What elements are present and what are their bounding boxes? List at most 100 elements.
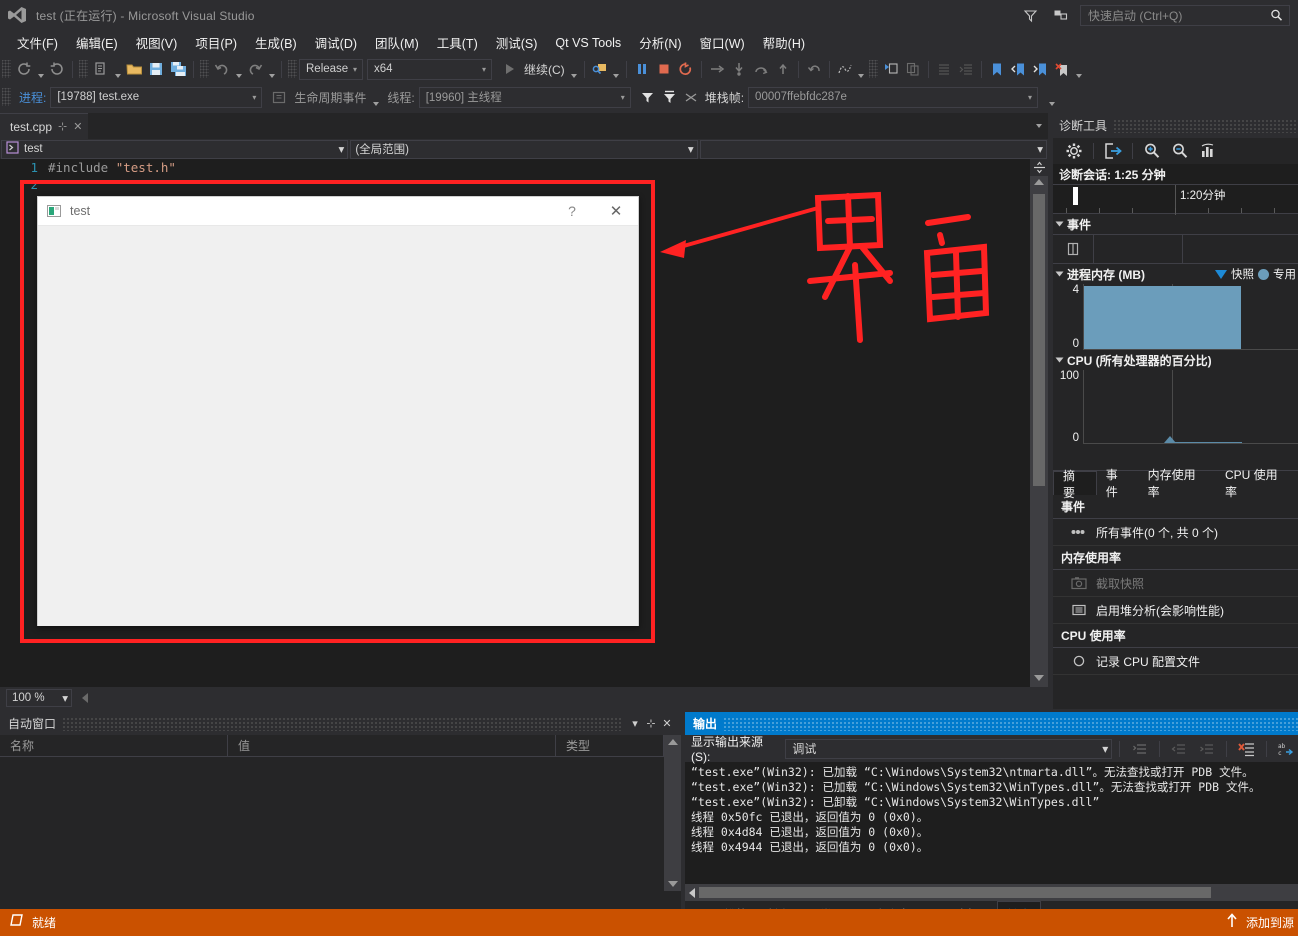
process-combo[interactable]: [19788] test.exe ▾	[50, 86, 263, 108]
scroll-up-arrow-icon[interactable]	[668, 739, 678, 745]
filter-icon[interactable]	[637, 86, 659, 108]
outdent-icon[interactable]	[955, 58, 977, 80]
pause-icon[interactable]	[631, 58, 653, 80]
feedback-funnel-icon[interactable]	[1020, 5, 1040, 25]
summary-item-all-events[interactable]: 所有事件(0 个, 共 0 个)	[1053, 519, 1298, 546]
project-scope-combo[interactable]: test ▾	[1, 139, 349, 159]
navigate-back-dropdown[interactable]	[35, 58, 46, 80]
help-button[interactable]: ?	[550, 203, 594, 219]
tab-events[interactable]: 事件	[1097, 468, 1139, 499]
close-icon[interactable]: ✕	[659, 715, 675, 733]
tab-strip-menu[interactable]	[1036, 113, 1048, 139]
menu-item-analyze[interactable]: 分析(N)	[630, 30, 690, 55]
menu-item-tools[interactable]: 工具(T)	[428, 30, 487, 55]
continue-button-label[interactable]: 继续(C)	[524, 61, 565, 78]
thread-combo[interactable]: [19960] 主线程 ▾	[418, 86, 631, 108]
toolbar-grip-3[interactable]	[200, 60, 209, 78]
copy-icon[interactable]	[902, 58, 924, 80]
open-file-icon[interactable]	[123, 58, 145, 80]
menu-item-test[interactable]: 测试(S)	[487, 30, 547, 55]
attach-dropdown[interactable]	[611, 58, 622, 80]
close-button[interactable]: ✕	[594, 202, 638, 220]
document-tab-test-cpp[interactable]: test.cpp ⊹ ✕	[0, 113, 89, 139]
close-icon[interactable]: ✕	[73, 120, 82, 133]
solution-configuration-combo[interactable]: Release ▾	[299, 58, 363, 80]
autos-column-value[interactable]: 值	[228, 735, 556, 756]
continue-play-icon[interactable]	[498, 58, 520, 80]
clear-indent-icon[interactable]	[1127, 738, 1152, 760]
export-icon[interactable]	[1100, 140, 1126, 162]
up-arrow-icon[interactable]	[1225, 912, 1239, 933]
quick-launch-input[interactable]: 快速启动 (Ctrl+Q)	[1080, 4, 1290, 26]
toolbar-grip-4[interactable]	[288, 60, 297, 78]
summary-item-take-snapshot[interactable]: 截取快照	[1053, 570, 1298, 597]
step-back-icon[interactable]	[803, 58, 825, 80]
toolbar-grip[interactable]	[2, 60, 11, 78]
chart-icon[interactable]	[1195, 140, 1221, 162]
menu-item-debug[interactable]: 调试(D)	[306, 30, 366, 55]
step-over-icon[interactable]	[750, 58, 772, 80]
show-next-statement-icon[interactable]	[706, 58, 728, 80]
output-scroll-thumb[interactable]	[699, 887, 1211, 898]
menu-item-project[interactable]: 项目(P)	[186, 30, 246, 55]
redo-icon[interactable]	[244, 58, 266, 80]
solution-platform-combo[interactable]: x64 ▾	[367, 58, 492, 80]
scroll-left-arrow-icon[interactable]	[689, 887, 695, 898]
save-all-icon[interactable]	[167, 58, 189, 80]
output-source-combo[interactable]: 调试 ▾	[785, 738, 1113, 759]
stop-icon[interactable]	[653, 58, 675, 80]
menu-item-qtvstools[interactable]: Qt VS Tools	[546, 33, 630, 53]
autos-column-name[interactable]: 名称	[0, 735, 228, 756]
new-item-icon[interactable]	[90, 58, 112, 80]
scroll-left-arrow-icon[interactable]	[82, 693, 88, 703]
editor-horizontal-scrollbar[interactable]	[78, 689, 1048, 707]
toolbar-grip-5[interactable]	[868, 60, 878, 78]
tab-memory-usage[interactable]: 内存使用率	[1139, 468, 1216, 499]
summary-item-enable-heap-profiling[interactable]: 启用堆分析(会影响性能)	[1053, 597, 1298, 624]
undo-dropdown[interactable]	[233, 58, 244, 80]
member-scope-combo[interactable]: (全局范围) ▾	[350, 139, 698, 159]
tab-summary[interactable]: 摘要	[1053, 469, 1097, 500]
zoom-in-icon[interactable]	[1139, 140, 1165, 162]
flag-filter-icon[interactable]	[659, 86, 681, 108]
chevron-down-icon[interactable]: ▾	[627, 715, 643, 733]
autos-rows[interactable]	[0, 757, 681, 890]
lifecycle-dropdown[interactable]	[370, 86, 381, 108]
cpu-section-title[interactable]: CPU (所有处理器的百分比)	[1053, 350, 1298, 370]
menu-item-edit[interactable]: 编辑(E)	[67, 30, 127, 55]
tab-cpu-usage[interactable]: CPU 使用率	[1216, 468, 1298, 499]
test-application-window[interactable]: test ? ✕	[37, 196, 639, 626]
menu-item-file[interactable]: 文件(F)	[8, 30, 67, 55]
threads-dropdown[interactable]	[856, 58, 867, 80]
save-icon[interactable]	[145, 58, 167, 80]
scroll-up-arrow-icon[interactable]	[1034, 179, 1044, 185]
editor-scroll-thumb[interactable]	[1033, 194, 1045, 486]
step-out-icon[interactable]	[772, 58, 794, 80]
toolbar-overflow-icon[interactable]	[1074, 58, 1085, 80]
step-into-icon[interactable]	[728, 58, 750, 80]
autos-drag-handle[interactable]	[62, 716, 621, 731]
pin-icon[interactable]: ⊹	[643, 715, 659, 733]
memory-section-title[interactable]: 进程内存 (MB) 快照 专用	[1053, 264, 1298, 284]
shuffle-icon[interactable]	[681, 86, 703, 108]
navigate-forward-icon[interactable]	[46, 58, 68, 80]
add-to-source-control-label[interactable]: 添加到源	[1246, 914, 1294, 931]
panel-drag-handle[interactable]	[1113, 118, 1298, 133]
restart-icon[interactable]	[675, 58, 697, 80]
continue-dropdown[interactable]	[569, 58, 580, 80]
split-view-icon[interactable]	[1030, 159, 1048, 176]
output-drag-handle[interactable]	[723, 716, 1298, 731]
indent-icon[interactable]	[933, 58, 955, 80]
zoom-out-icon[interactable]	[1167, 140, 1193, 162]
menu-item-help[interactable]: 帮助(H)	[754, 30, 814, 55]
threads-icon[interactable]	[834, 58, 856, 80]
toggle-wordwrap-icon[interactable]: ab c	[1273, 738, 1298, 760]
redo-dropdown[interactable]	[266, 58, 277, 80]
menu-item-build[interactable]: 生成(B)	[246, 30, 306, 55]
toolbar-grip-2[interactable]	[79, 60, 88, 78]
editor-zoom-combo[interactable]: 100 % ▾	[6, 689, 72, 707]
menu-item-window[interactable]: 窗口(W)	[691, 30, 754, 55]
bookmark-clear-icon[interactable]	[1052, 58, 1074, 80]
notification-flag-icon[interactable]	[1050, 5, 1070, 25]
bookmark-icon[interactable]	[986, 58, 1008, 80]
